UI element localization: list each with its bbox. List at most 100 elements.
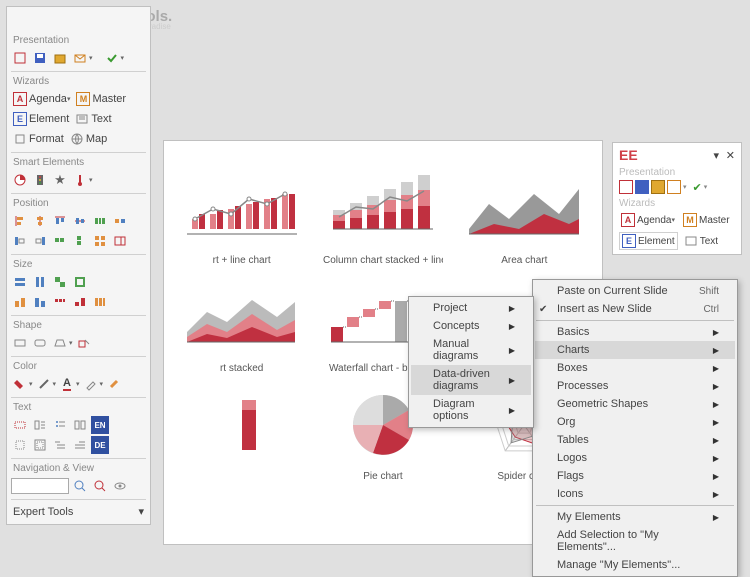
master-button[interactable]: MMaster [74, 90, 128, 108]
eyedropper-icon[interactable] [82, 375, 100, 393]
agenda-button[interactable]: AAgenda▾ [11, 90, 72, 108]
mini-mail-icon[interactable] [667, 180, 681, 194]
zoom-in-icon[interactable] [91, 477, 109, 495]
save-icon[interactable] [31, 49, 49, 67]
view-icon[interactable] [111, 477, 129, 495]
menu-processes[interactable]: Processes▶ [535, 377, 735, 395]
expert-tools-row[interactable]: Expert Tools ▾ [11, 503, 146, 520]
edit-shape-icon[interactable] [75, 334, 93, 352]
submenu-manual[interactable]: Manual diagrams▶ [411, 335, 531, 365]
caret-icon[interactable]: ▾ [76, 380, 80, 388]
caret-icon[interactable]: ▾ [121, 54, 125, 62]
menu-geom[interactable]: Geometric Shapes▶ [535, 395, 735, 413]
caret-icon[interactable]: ▾ [704, 183, 708, 191]
rp-element[interactable]: EElement [619, 232, 678, 250]
menu-paste[interactable]: Paste on Current SlideShift [535, 282, 735, 300]
text-button[interactable]: Text [73, 110, 113, 128]
margin2-icon[interactable] [31, 436, 49, 454]
size-d-icon[interactable] [71, 293, 89, 311]
menu-flags[interactable]: Flags▶ [535, 467, 735, 485]
submenu-project[interactable]: Project▶ [411, 299, 531, 317]
dock-left-icon[interactable] [11, 232, 29, 250]
caret-icon[interactable]: ▾ [69, 339, 73, 347]
trap-shape-icon[interactable] [51, 334, 69, 352]
star-icon[interactable]: ★ [51, 171, 69, 189]
menu-icons[interactable]: Icons▶ [535, 485, 735, 503]
close-icon[interactable]: ✕ [726, 149, 735, 162]
zoom-out-icon[interactable] [71, 477, 89, 495]
mini-check-icon[interactable]: ✔ [693, 181, 702, 194]
mail-icon[interactable] [71, 49, 89, 67]
check-icon[interactable] [103, 49, 121, 67]
rp-agenda[interactable]: AAgenda▾ [619, 211, 677, 229]
format-button[interactable]: Format [11, 130, 66, 148]
size-a-icon[interactable] [11, 293, 29, 311]
indent-icon[interactable] [51, 436, 69, 454]
rp-text[interactable]: Text [682, 232, 720, 250]
arrange-v-icon[interactable] [71, 232, 89, 250]
arrange-icon[interactable] [51, 232, 69, 250]
size-e-icon[interactable] [91, 293, 109, 311]
caret-icon[interactable]: ▾ [53, 380, 57, 388]
menu-manage[interactable]: Manage "My Elements"... [535, 556, 735, 574]
pin-icon[interactable]: ▾ [713, 149, 719, 162]
submenu-opts[interactable]: Diagram options▶ [411, 395, 531, 425]
mini-new-icon[interactable] [619, 180, 633, 194]
bullet-icon[interactable] [51, 416, 69, 434]
harvey-ball-icon[interactable] [11, 171, 29, 189]
rounded-shape-icon[interactable] [31, 334, 49, 352]
stretch-icon[interactable] [71, 273, 89, 291]
swap-icon[interactable] [111, 212, 129, 230]
outdent-icon[interactable] [71, 436, 89, 454]
caret-icon[interactable]: ▾ [89, 54, 93, 62]
thermometer-icon[interactable] [71, 171, 89, 189]
font-color-icon[interactable]: A [58, 375, 76, 393]
fill-icon[interactable] [11, 375, 29, 393]
lang-en-icon[interactable]: EN [91, 416, 109, 434]
caret-icon[interactable]: ▾ [683, 183, 687, 191]
menu-addselection[interactable]: Add Selection to "My Elements"... [535, 526, 735, 556]
same-width-icon[interactable] [11, 273, 29, 291]
lang-de-icon[interactable]: DE [91, 436, 109, 454]
gallery-item[interactable]: Column chart stacked + line... [315, 166, 450, 266]
menu-boxes[interactable]: Boxes▶ [535, 359, 735, 377]
brush-icon[interactable] [105, 375, 123, 393]
new-slide-icon[interactable] [11, 49, 29, 67]
same-size-icon[interactable] [51, 273, 69, 291]
same-height-icon[interactable] [31, 273, 49, 291]
grid-icon[interactable] [91, 232, 109, 250]
caret-icon[interactable]: ▾ [100, 380, 104, 388]
menu-logos[interactable]: Logos▶ [535, 449, 735, 467]
align-left-icon[interactable] [11, 212, 29, 230]
rect-shape-icon[interactable] [11, 334, 29, 352]
distribute-h-icon[interactable] [91, 212, 109, 230]
menu-basics[interactable]: Basics▶ [535, 323, 735, 341]
align-center-icon[interactable] [31, 212, 49, 230]
menu-insert[interactable]: ✔Insert as New SlideCtrl [535, 300, 735, 318]
rp-master[interactable]: MMaster [681, 211, 732, 229]
element-button[interactable]: EElement [11, 110, 71, 128]
traffic-light-icon[interactable] [31, 171, 49, 189]
gallery-item[interactable]: Area chart [457, 166, 592, 266]
textbox-icon[interactable] [11, 416, 29, 434]
mini-folder-icon[interactable] [651, 180, 665, 194]
menu-myelements[interactable]: My Elements▶ [535, 508, 735, 526]
menu-org[interactable]: Org▶ [535, 413, 735, 431]
submenu-data[interactable]: Data-driven diagrams▶ [411, 365, 531, 395]
folder-icon[interactable] [51, 49, 69, 67]
menu-tables[interactable]: Tables▶ [535, 431, 735, 449]
dock-right-icon[interactable] [31, 232, 49, 250]
line-icon[interactable] [35, 375, 53, 393]
caret-icon[interactable]: ▾ [29, 380, 33, 388]
menu-charts[interactable]: Charts▶ [535, 341, 735, 359]
split-icon[interactable] [71, 416, 89, 434]
margin-icon[interactable] [11, 436, 29, 454]
size-b-icon[interactable] [31, 293, 49, 311]
wrap-icon[interactable] [31, 416, 49, 434]
caret-icon[interactable]: ▾ [89, 176, 93, 184]
submenu-concepts[interactable]: Concepts▶ [411, 317, 531, 335]
nav-input[interactable] [11, 478, 69, 494]
map-button[interactable]: Map [68, 130, 109, 148]
size-c-icon[interactable] [51, 293, 69, 311]
align-middle-icon[interactable] [71, 212, 89, 230]
